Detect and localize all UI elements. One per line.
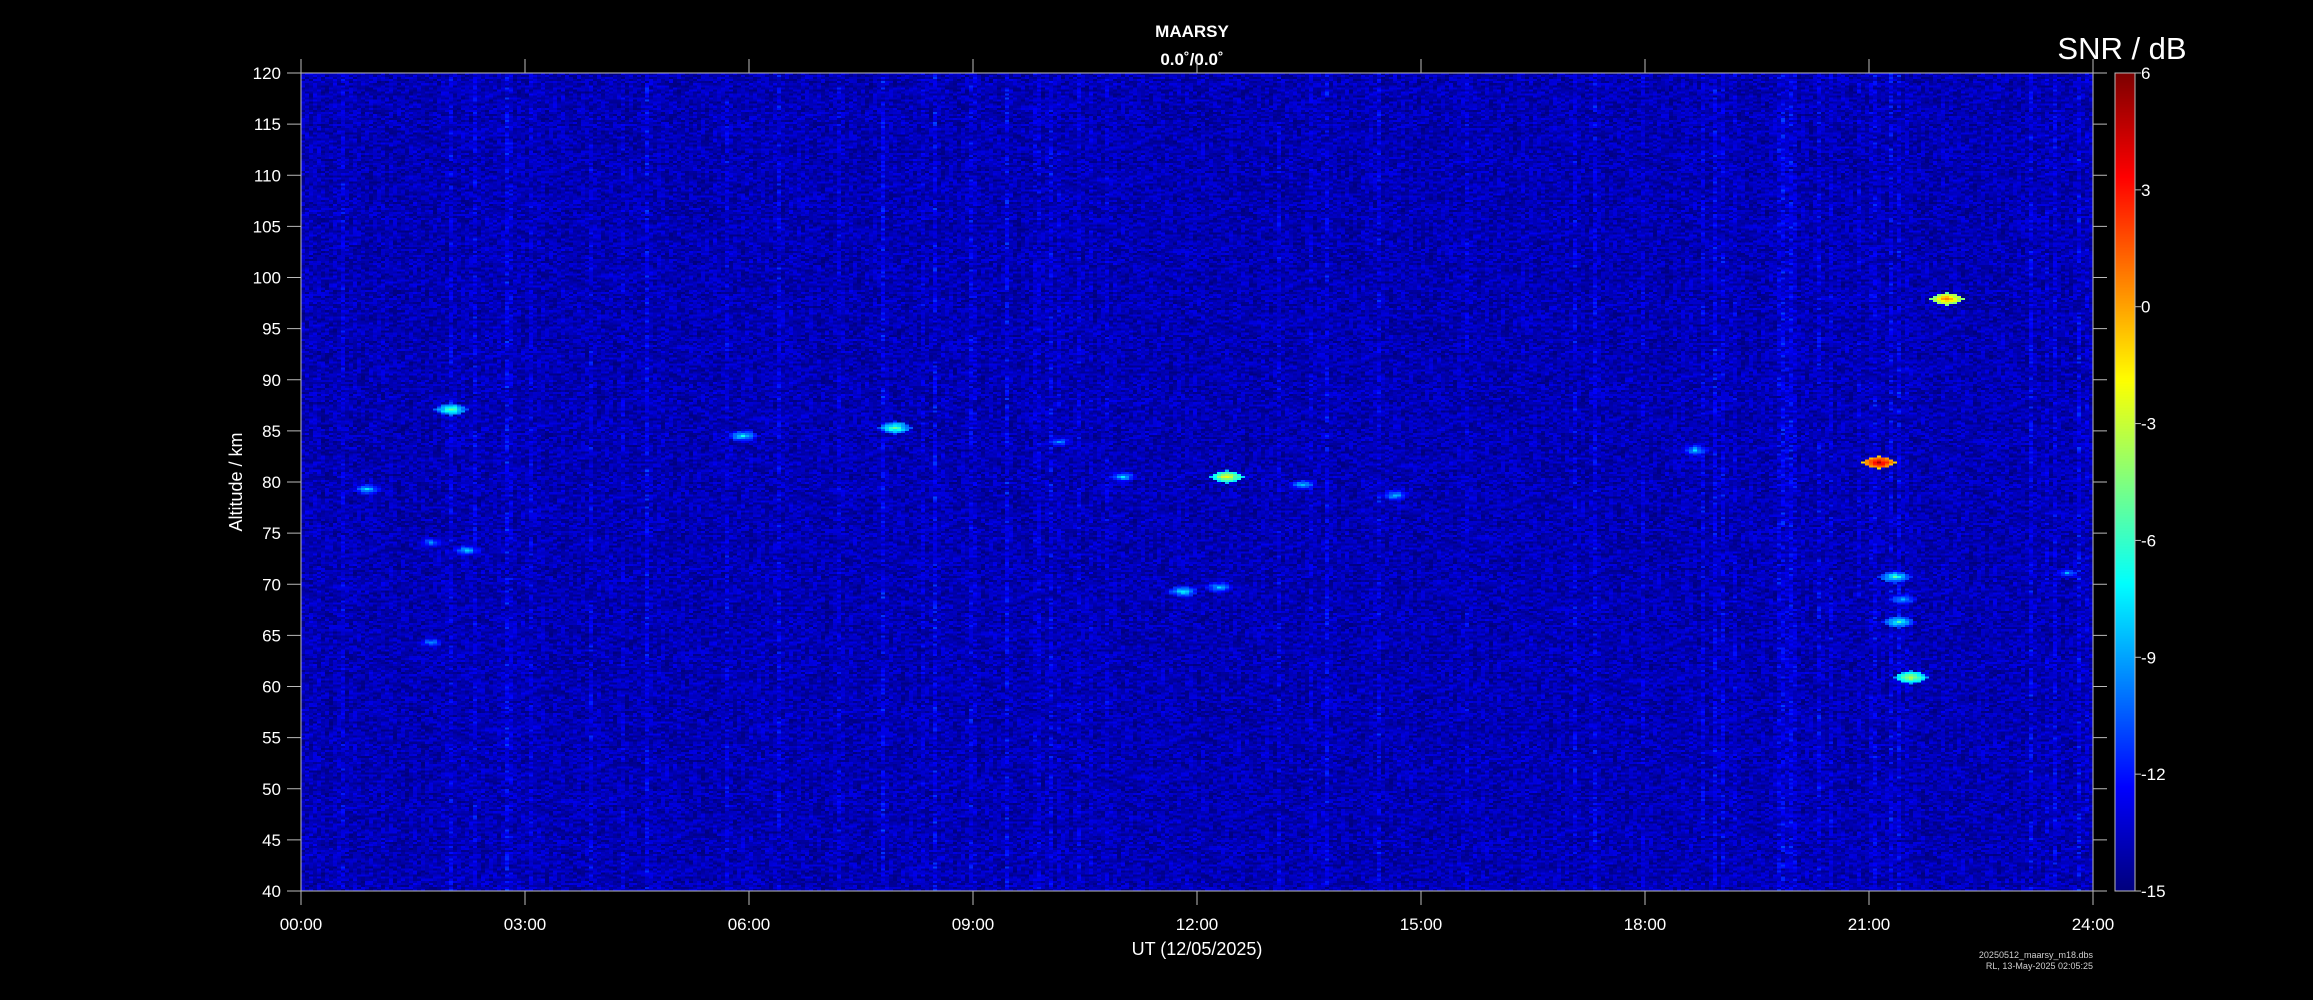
y-tick-label: 80	[262, 473, 281, 492]
spectrogram-figure: MAARSY 0.0˚/0.0˚ 00:00 03:00 06:00 09:00 12:…	[226, 22, 2187, 971]
footer-filename: 20250512_maarsy_m18.dbs	[1979, 950, 2094, 960]
colorbar-tick-label: -6	[2141, 531, 2156, 550]
x-tick-label: 06:00	[728, 915, 771, 934]
y-tick-label: 110	[254, 166, 281, 185]
colorbar: 6 3 0 -3 -6 -9 -12 -15	[2114, 64, 2166, 901]
y-tick-label: 90	[262, 371, 281, 390]
y-tick-label: 60	[262, 678, 281, 697]
x-tick-label: 24:00	[2072, 915, 2115, 934]
y-tick-label: 85	[262, 422, 281, 441]
colorbar-tick-label: -9	[2141, 648, 2156, 667]
colorbar-tick-label: -3	[2141, 415, 2156, 434]
x-tick-label: 18:00	[1624, 915, 1667, 934]
y-tick-label: 70	[262, 575, 281, 594]
x-axis-label: UT (12/05/2025)	[1132, 939, 1263, 959]
y-tick-label: 100	[253, 269, 281, 288]
y-tick-label: 65	[262, 626, 281, 645]
y-tick-label: 50	[262, 780, 281, 799]
colorbar-tick-label: -12	[2141, 765, 2166, 784]
y-tick-label: 120	[253, 64, 281, 83]
colorbar-title: SNR / dB	[2057, 31, 2186, 66]
y-tick-label: 115	[254, 115, 281, 134]
colorbar-tick-label: -15	[2141, 882, 2166, 901]
y-tick-label: 75	[262, 524, 281, 543]
footer-timestamp: RL, 13-May-2025 02:05:25	[1986, 961, 2093, 971]
x-tick-label: 15:00	[1400, 915, 1443, 934]
x-tick-label: 12:00	[1176, 915, 1219, 934]
y-tick-label: 40	[262, 882, 281, 901]
x-tick-label: 21:00	[1848, 915, 1891, 934]
colorbar-tick-label: 3	[2141, 181, 2150, 200]
colorbar-tick-label: 0	[2141, 298, 2150, 317]
x-tick-label: 09:00	[952, 915, 995, 934]
colorbar-gradient	[2115, 73, 2135, 891]
plot-area	[300, 72, 2094, 892]
chart-subtitle: 0.0˚/0.0˚	[1160, 50, 1223, 69]
y-tick-label: 55	[262, 729, 281, 748]
x-tick-label: 00:00	[280, 915, 323, 934]
y-axis-label: Altitude / km	[226, 432, 246, 531]
colorbar-ticks: 6 3 0 -3 -6 -9 -12 -15	[2135, 64, 2166, 901]
y-tick-label: 105	[253, 217, 281, 236]
x-tick-label: 03:00	[504, 915, 547, 934]
y-tick-label: 45	[262, 831, 281, 850]
chart-title: MAARSY	[1155, 22, 1229, 41]
colorbar-tick-label: 6	[2141, 64, 2150, 83]
snr-heatmap	[301, 73, 2093, 891]
y-tick-label: 95	[262, 320, 281, 339]
